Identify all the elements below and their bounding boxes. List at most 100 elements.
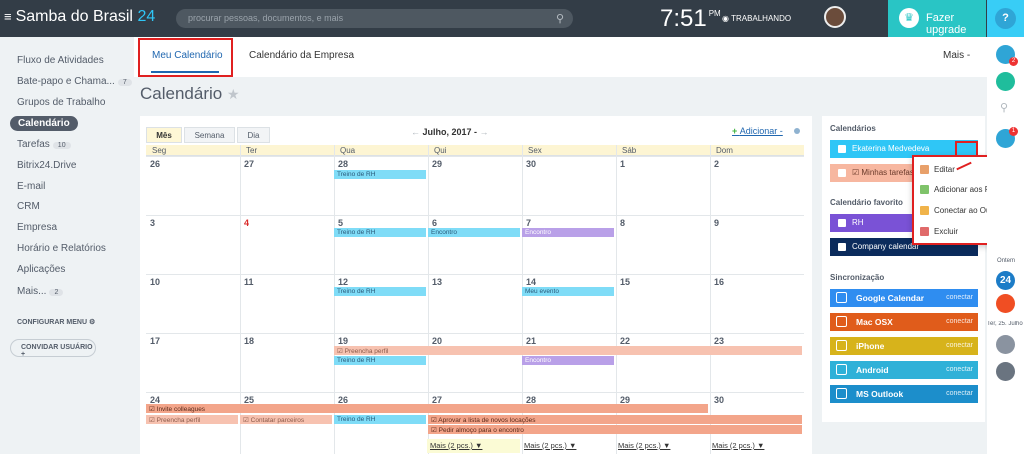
sidebar-item-email[interactable]: E-mail bbox=[17, 181, 45, 192]
sync-mac[interactable]: Mac OSX conectar bbox=[830, 313, 978, 331]
calendar-event[interactable]: Treino de RH bbox=[334, 415, 426, 424]
calendar-event[interactable]: Treino de RH bbox=[334, 356, 426, 365]
sidebar-item-more[interactable]: Mais... 2 bbox=[17, 286, 64, 297]
more-events-link[interactable]: Mais (2 pcs.) ▼ bbox=[618, 441, 670, 450]
work-status[interactable]: ◉ TRABALHANDO bbox=[722, 14, 791, 23]
day-number[interactable]: 15 bbox=[620, 277, 630, 287]
calendar-event[interactable]: ☑ Preencha perfil bbox=[146, 415, 238, 424]
sync-iphone[interactable]: iPhone conectar bbox=[830, 337, 978, 355]
more-events-link[interactable]: Mais (2 pcs.) ▼ bbox=[524, 441, 576, 450]
phone-call-icon[interactable] bbox=[996, 72, 1015, 91]
day-number[interactable]: 10 bbox=[150, 277, 160, 287]
sync-outlook[interactable]: MS Outlook conectar bbox=[830, 385, 978, 403]
calendar-event[interactable]: Treino de RH bbox=[334, 228, 426, 237]
calendar-event[interactable]: ☑ Invite colleagues bbox=[146, 404, 708, 413]
configure-menu-button[interactable]: CONFIGURAR MENU ⚙ bbox=[17, 318, 95, 326]
sync-android[interactable]: Android conectar bbox=[830, 361, 978, 379]
view-week-button[interactable]: Semana bbox=[184, 127, 235, 143]
calendar-event[interactable]: Meu evento bbox=[522, 287, 614, 296]
connect-link[interactable]: conectar bbox=[946, 390, 973, 397]
tab-company-calendar[interactable]: Calendário da Empresa bbox=[249, 50, 354, 61]
calendar-event[interactable]: Encontro bbox=[522, 356, 614, 365]
day-number[interactable]: 6 bbox=[432, 218, 437, 228]
sidebar-item-feed[interactable]: Fluxo de Atividades bbox=[17, 55, 104, 66]
calendar-event[interactable]: ☑ Pedir almoço para o encontro bbox=[428, 425, 802, 434]
day-number[interactable]: 21 bbox=[526, 336, 536, 346]
day-number[interactable]: 7 bbox=[526, 218, 531, 228]
calendar-event[interactable]: Treino de RH bbox=[334, 287, 426, 296]
day-number[interactable]: 22 bbox=[620, 336, 630, 346]
day-number[interactable]: 17 bbox=[150, 336, 160, 346]
day-number[interactable]: 23 bbox=[714, 336, 724, 346]
view-day-button[interactable]: Dia bbox=[237, 127, 270, 143]
day-number[interactable]: 14 bbox=[526, 277, 536, 287]
sidebar-item-groups[interactable]: Grupos de Trabalho bbox=[17, 97, 105, 108]
connect-link[interactable]: conectar bbox=[946, 294, 973, 301]
menu-item-edit[interactable]: Editar bbox=[934, 165, 955, 174]
day-number[interactable]: 1 bbox=[620, 159, 625, 169]
calendar-event[interactable]: ☑ Preencha perfil bbox=[334, 346, 802, 355]
checkbox-icon[interactable] bbox=[838, 243, 846, 251]
day-number[interactable]: 27 bbox=[244, 159, 254, 169]
menu-icon[interactable]: ≡ bbox=[4, 9, 12, 24]
view-month-button[interactable]: Mês bbox=[146, 127, 182, 143]
day-number[interactable]: 13 bbox=[432, 277, 442, 287]
lock-app-icon[interactable] bbox=[996, 294, 1015, 313]
sidebar-item-chat[interactable]: Bate-papo e Chama... 7 bbox=[17, 76, 132, 87]
notifications-icon[interactable]: 2 bbox=[996, 45, 1018, 66]
sidebar-item-time[interactable]: Horário e Relatórios bbox=[17, 243, 106, 254]
help-button[interactable]: ? bbox=[987, 0, 1024, 37]
calendar-event[interactable]: ☑ Aprovar a lista de novos locações bbox=[428, 415, 802, 424]
calendar-event[interactable]: Encontro bbox=[522, 228, 614, 237]
connect-link[interactable]: conectar bbox=[946, 318, 973, 325]
calendar-event[interactable]: Treino de RH bbox=[334, 170, 426, 179]
more-tab[interactable]: Mais - bbox=[943, 50, 970, 61]
day-number[interactable]: 30 bbox=[714, 395, 724, 405]
sidebar-item-drive[interactable]: Bitrix24.Drive bbox=[17, 160, 76, 171]
sidebar-item-apps[interactable]: Aplicações bbox=[17, 264, 65, 275]
sidebar-item-company[interactable]: Empresa bbox=[17, 222, 57, 233]
day-number[interactable]: 16 bbox=[714, 277, 724, 287]
day-number[interactable]: 28 bbox=[338, 159, 348, 169]
day-number[interactable]: 29 bbox=[432, 159, 442, 169]
day-number[interactable]: 3 bbox=[150, 218, 155, 228]
add-event-button[interactable]: + Adicionar - bbox=[732, 126, 783, 136]
checkbox-icon[interactable] bbox=[838, 169, 846, 177]
month-selector[interactable]: ← Julho, 2017 - → bbox=[411, 127, 489, 137]
day-number[interactable]: 18 bbox=[244, 336, 254, 346]
search-input[interactable]: procurar pessoas, documentos, e mais ⚲ bbox=[176, 9, 573, 28]
next-arrow-icon[interactable]: → bbox=[477, 127, 489, 137]
day-number[interactable]: 12 bbox=[338, 277, 348, 287]
app-brand[interactable]: ≡ Samba do Brasil 24 bbox=[4, 8, 155, 26]
day-number[interactable]: 5 bbox=[338, 218, 343, 228]
sidebar-item-calendar[interactable]: Calendário bbox=[10, 116, 78, 131]
day-number[interactable]: 20 bbox=[432, 336, 442, 346]
more-events-link[interactable]: Mais (2 pcs.) ▼ bbox=[430, 441, 482, 450]
day-number[interactable]: 9 bbox=[714, 218, 719, 228]
upgrade-button[interactable]: ♛ Fazer upgrade bbox=[888, 0, 986, 37]
contact-avatar[interactable] bbox=[996, 362, 1015, 381]
day-number[interactable]: 4 bbox=[244, 218, 249, 228]
menu-item-delete[interactable]: Excluir bbox=[934, 227, 958, 236]
search-icon[interactable]: ⚲ bbox=[1000, 101, 1008, 114]
contact-avatar[interactable] bbox=[996, 335, 1015, 354]
lock-icon[interactable]: 1 bbox=[996, 127, 1018, 148]
invite-user-button[interactable]: CONVIDAR USUÁRIO + bbox=[10, 339, 96, 358]
sidebar-item-crm[interactable]: CRM bbox=[17, 201, 40, 212]
connect-link[interactable]: conectar bbox=[946, 366, 973, 373]
day-number[interactable]: 2 bbox=[714, 159, 719, 169]
sidebar-item-tasks[interactable]: Tarefas 10 bbox=[17, 139, 71, 150]
day-number[interactable]: 19 bbox=[338, 336, 348, 346]
connect-link[interactable]: conectar bbox=[946, 342, 973, 349]
star-icon[interactable]: ★ bbox=[227, 86, 240, 102]
checkbox-icon[interactable] bbox=[838, 145, 846, 153]
day-number[interactable]: 26 bbox=[150, 159, 160, 169]
checkbox-icon[interactable] bbox=[838, 219, 846, 227]
settings-icon[interactable] bbox=[794, 128, 800, 134]
calendar-event[interactable]: ☑ Contatar parceiros bbox=[240, 415, 332, 424]
prev-arrow-icon[interactable]: ← bbox=[411, 127, 423, 137]
sync-google[interactable]: Google Calendar conectar bbox=[830, 289, 978, 307]
more-events-link[interactable]: Mais (2 pcs.) ▼ bbox=[712, 441, 764, 450]
avatar[interactable] bbox=[824, 6, 846, 28]
calendar-event[interactable]: Encontro bbox=[428, 228, 520, 237]
